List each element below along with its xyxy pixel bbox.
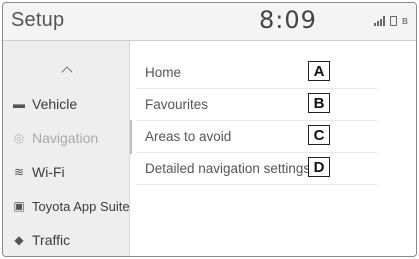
callout-badge-a: A — [308, 61, 330, 81]
sidebar: ▬ Vehicle ◎ Navigation ≋ Wi-Fi ▣ Toyota … — [3, 41, 130, 256]
status-icons: ʙ — [373, 14, 408, 27]
active-marker — [130, 120, 132, 154]
navigation-icon: ◎ — [13, 131, 25, 145]
bluetooth-icon: ʙ — [401, 14, 408, 27]
clock: 8:09 — [259, 6, 317, 34]
car-icon: ▬ — [13, 97, 25, 111]
callout-badge-b: B — [308, 93, 330, 113]
sidebar-item-label: Traffic — [32, 232, 71, 248]
phone-icon — [389, 16, 397, 26]
sidebar-item-label: Wi-Fi — [32, 164, 65, 180]
list-item-label: Favourites — [145, 97, 209, 112]
list-item-label: Detailed navigation settings — [145, 161, 311, 176]
list-item-detailed-navigation-settings[interactable]: Detailed navigation settings — [137, 153, 377, 185]
sidebar-item-navigation[interactable]: ◎ Navigation — [3, 121, 130, 155]
list-item-label: Areas to avoid — [145, 129, 232, 144]
sidebar-item-label: Navigation — [32, 130, 99, 146]
sidebar-item-toyota-app-suite[interactable]: ▣ Toyota App Suite — [3, 189, 130, 223]
sidebar-item-label: Vehicle — [32, 96, 78, 112]
callout-badge-c: C — [308, 125, 330, 145]
traffic-icon: ◆ — [14, 233, 24, 247]
list-item-home[interactable]: Home — [137, 57, 377, 89]
header-bar: Setup 8:09 ʙ — [3, 3, 416, 41]
list-item-favourites[interactable]: Favourites — [137, 89, 377, 121]
wifi-icon: ≋ — [13, 165, 25, 179]
sidebar-item-wifi[interactable]: ≋ Wi-Fi — [3, 155, 130, 189]
scroll-up-button[interactable] — [3, 53, 130, 87]
signal-icon — [373, 16, 385, 26]
app-suite-icon: ▣ — [13, 199, 25, 213]
sidebar-item-label: Toyota App Suite — [32, 198, 130, 214]
chevron-up-icon — [60, 66, 73, 78]
sidebar-item-vehicle[interactable]: ▬ Vehicle — [3, 87, 130, 121]
screen-frame: Setup 8:09 ʙ ▬ Vehicle ◎ Navigation ≋ Wi… — [2, 2, 417, 257]
list-item-label: Home — [145, 65, 182, 80]
page-title: Setup — [11, 9, 65, 31]
callout-badge-d: D — [308, 157, 330, 177]
list-item-areas-to-avoid[interactable]: Areas to avoid — [137, 121, 377, 153]
sidebar-item-traffic[interactable]: ◆ Traffic — [3, 223, 130, 256]
